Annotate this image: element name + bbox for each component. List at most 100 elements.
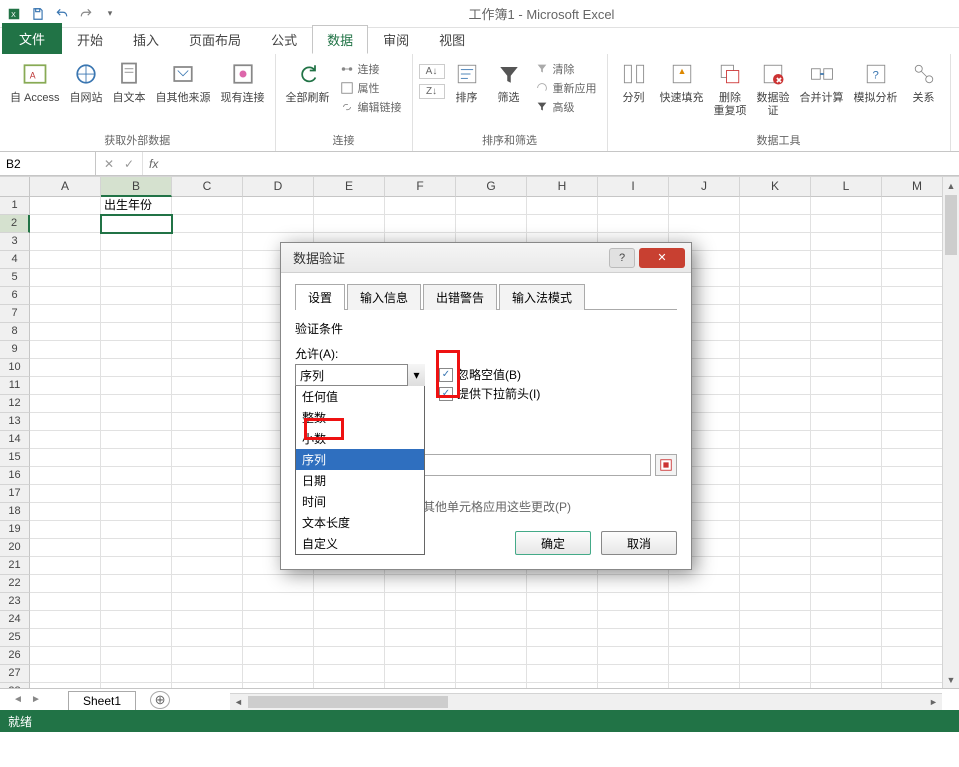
- checkbox-icon[interactable]: ✓: [439, 387, 453, 401]
- row-header[interactable]: 12: [0, 395, 30, 413]
- cell[interactable]: [598, 647, 669, 665]
- cell[interactable]: [740, 377, 811, 395]
- cell[interactable]: [456, 197, 527, 215]
- cell[interactable]: [101, 611, 172, 629]
- cell[interactable]: [740, 557, 811, 575]
- row-header[interactable]: 16: [0, 467, 30, 485]
- cell[interactable]: [669, 647, 740, 665]
- select-all-corner[interactable]: [0, 177, 30, 197]
- cell[interactable]: [243, 215, 314, 233]
- cell[interactable]: [527, 575, 598, 593]
- scroll-left-icon[interactable]: ◄: [230, 694, 247, 710]
- cell[interactable]: [385, 665, 456, 683]
- cell[interactable]: [101, 413, 172, 431]
- cell[interactable]: [385, 647, 456, 665]
- column-header[interactable]: C: [172, 177, 243, 197]
- cell[interactable]: [740, 359, 811, 377]
- cell[interactable]: [669, 575, 740, 593]
- sort-button[interactable]: 排序: [447, 56, 487, 107]
- sheet-nav-prev-icon[interactable]: ◄: [10, 694, 26, 705]
- cell[interactable]: [172, 305, 243, 323]
- tab-file[interactable]: 文件: [2, 23, 62, 54]
- cell[interactable]: [30, 377, 101, 395]
- row-header[interactable]: 5: [0, 269, 30, 287]
- row-header[interactable]: 21: [0, 557, 30, 575]
- cell[interactable]: [456, 593, 527, 611]
- cell[interactable]: [811, 575, 882, 593]
- vertical-scrollbar[interactable]: ▲ ▼: [942, 177, 959, 688]
- cell[interactable]: [740, 287, 811, 305]
- cell[interactable]: [243, 593, 314, 611]
- cell[interactable]: [172, 557, 243, 575]
- tab-review[interactable]: 审阅: [368, 25, 424, 54]
- tab-view[interactable]: 视图: [424, 25, 480, 54]
- tab-home[interactable]: 开始: [62, 25, 118, 54]
- cell[interactable]: [385, 575, 456, 593]
- cell[interactable]: [172, 467, 243, 485]
- cell[interactable]: [740, 575, 811, 593]
- cell[interactable]: [30, 251, 101, 269]
- cell[interactable]: [669, 611, 740, 629]
- edit-links-button[interactable]: 编辑链接: [336, 98, 406, 116]
- cell[interactable]: [101, 467, 172, 485]
- dialog-tab-settings[interactable]: 设置: [295, 284, 345, 310]
- scroll-down-icon[interactable]: ▼: [943, 671, 959, 688]
- advanced-filter-button[interactable]: 高级: [531, 98, 601, 116]
- cell[interactable]: [101, 431, 172, 449]
- row-header[interactable]: 17: [0, 485, 30, 503]
- column-header[interactable]: H: [527, 177, 598, 197]
- cell[interactable]: [456, 575, 527, 593]
- cell[interactable]: [30, 485, 101, 503]
- save-icon[interactable]: [28, 4, 48, 24]
- cell[interactable]: [740, 431, 811, 449]
- cell[interactable]: [101, 305, 172, 323]
- cell[interactable]: [101, 377, 172, 395]
- cell[interactable]: [740, 413, 811, 431]
- cell[interactable]: [172, 341, 243, 359]
- cell[interactable]: [740, 323, 811, 341]
- sheet-tab[interactable]: Sheet1: [68, 691, 136, 710]
- cell[interactable]: [172, 431, 243, 449]
- allow-combo-display[interactable]: 序列: [295, 364, 425, 386]
- dialog-close-button[interactable]: ✕: [639, 248, 685, 268]
- column-header[interactable]: K: [740, 177, 811, 197]
- cell[interactable]: [740, 233, 811, 251]
- cell[interactable]: [30, 341, 101, 359]
- cell[interactable]: [598, 665, 669, 683]
- cell[interactable]: [811, 341, 882, 359]
- cell[interactable]: [740, 215, 811, 233]
- scroll-right-icon[interactable]: ►: [925, 694, 942, 710]
- scroll-up-icon[interactable]: ▲: [943, 177, 959, 194]
- cell[interactable]: [669, 629, 740, 647]
- cell[interactable]: [30, 557, 101, 575]
- cell[interactable]: [527, 665, 598, 683]
- cell[interactable]: [30, 593, 101, 611]
- cell[interactable]: [101, 233, 172, 251]
- cell[interactable]: [101, 521, 172, 539]
- cell[interactable]: [740, 197, 811, 215]
- cell[interactable]: [101, 341, 172, 359]
- allow-option[interactable]: 小数: [296, 428, 424, 449]
- cell[interactable]: [811, 557, 882, 575]
- cell[interactable]: [740, 521, 811, 539]
- cell[interactable]: [172, 449, 243, 467]
- cell[interactable]: [30, 287, 101, 305]
- cell[interactable]: [740, 647, 811, 665]
- row-header[interactable]: 15: [0, 449, 30, 467]
- dialog-tab-input[interactable]: 输入信息: [347, 284, 421, 310]
- cell[interactable]: [30, 611, 101, 629]
- cell[interactable]: [811, 305, 882, 323]
- cell[interactable]: [669, 197, 740, 215]
- cell[interactable]: [385, 611, 456, 629]
- cell[interactable]: [811, 359, 882, 377]
- allow-option[interactable]: 日期: [296, 470, 424, 491]
- add-sheet-button[interactable]: ⊕: [150, 691, 170, 709]
- cell[interactable]: [740, 467, 811, 485]
- cell[interactable]: [172, 503, 243, 521]
- allow-option[interactable]: 文本长度: [296, 512, 424, 533]
- dialog-tab-ime[interactable]: 输入法模式: [499, 284, 585, 310]
- cell[interactable]: [243, 611, 314, 629]
- cell[interactable]: [811, 629, 882, 647]
- cell[interactable]: [30, 359, 101, 377]
- cell[interactable]: [172, 197, 243, 215]
